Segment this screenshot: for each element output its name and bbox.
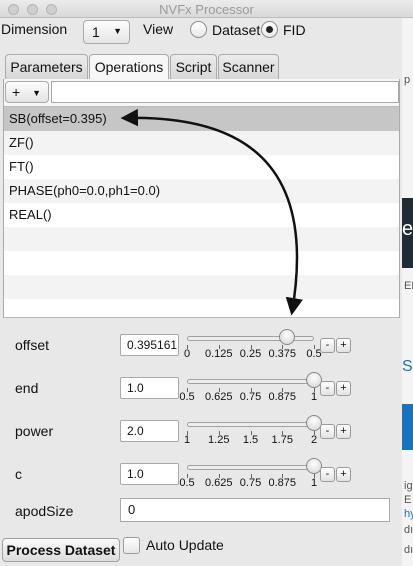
decrement-button[interactable]: - [320,424,335,439]
operations-list[interactable]: SB(offset=0.395) ZF() FT() PHASE(ph0=0.0… [4,106,399,318]
list-item[interactable]: ZF() [4,131,399,155]
slider-tick-label: 0.5 [179,477,195,489]
slider-tick-label: 1.75 [271,434,293,446]
add-operation-button[interactable]: + ▼ [5,81,49,103]
decrement-button[interactable]: - [320,381,335,396]
slider-track[interactable] [187,422,314,427]
fid-radio[interactable] [261,21,278,38]
slider-tick-label: 1.25 [208,434,230,446]
tab-script[interactable]: Script [170,54,217,80]
param-label: power [15,423,54,439]
tab-scanner[interactable]: Scanner [218,54,279,80]
process-dataset-button[interactable]: Process Dataset [2,538,120,562]
empty-row [4,275,399,299]
increment-button[interactable]: + [336,338,351,353]
slider-tick-label: 1 [310,391,318,403]
increment-button[interactable]: + [336,467,351,482]
tab-operations[interactable]: Operations [89,54,169,81]
operation-input[interactable] [51,81,399,103]
window-title: NVFx Processor [159,2,254,17]
param-row-end: end 1.0 0.5 0.625 0.75 0.875 1 - + [0,371,402,407]
background-text: p [404,74,411,86]
slider-track[interactable] [187,465,314,470]
param-row-power: power 2.0 1 1.25 1.5 1.75 2 - + [0,414,402,450]
parameter-editor: offset 0.395161 0 0.125 0.25 0.375 0.5 - + e… [0,318,402,566]
background-text: dı [404,544,413,556]
background-text: hy [404,508,413,520]
slider-tick-label: 0.125 [204,348,233,360]
param-value-field[interactable]: 1.0 [120,377,179,399]
slider-tick-label: 0.5 [179,391,195,403]
dataset-radio[interactable] [190,21,207,38]
list-item[interactable]: FT() [4,155,399,179]
slider-thumb[interactable] [279,329,296,345]
param-slider[interactable]: 1 1.25 1.5 1.75 2 [180,414,322,450]
param-row-offset: offset 0.395161 0 0.125 0.25 0.375 0.5 - + [0,328,402,364]
slider-tick-label: 1 [183,434,191,446]
dataset-radio-label[interactable]: Dataset [212,22,260,38]
slider-track[interactable] [187,379,314,384]
add-operation-label: + [12,84,21,100]
param-slider[interactable]: 0.5 0.625 0.75 0.875 1 [179,371,322,407]
param-slider[interactable]: 0.5 0.625 0.75 0.875 1 [179,457,322,493]
chevron-down-icon: ▼ [113,26,122,36]
apod-size-field[interactable]: 0 [120,498,390,522]
list-item[interactable]: PHASE(ph0=0.0,ph1=0.0) [4,179,399,203]
decrement-button[interactable]: - [320,338,335,353]
background-text: S [402,358,413,375]
slider-tick-label: 0 [183,348,191,360]
slider-tick-label: 1 [310,477,318,489]
param-label: c [15,466,22,482]
tab-bar: Parameters Operations Script Scanner [3,52,400,81]
increment-button[interactable]: + [336,424,351,439]
dimension-label: Dimension [1,21,68,37]
chevron-down-icon: ▼ [32,88,41,98]
list-item[interactable]: REAL() [4,203,399,227]
background-text: dı [404,524,413,536]
param-slider[interactable]: 0 0.125 0.25 0.375 0.5 [180,328,322,364]
apod-size-label: apodSize [15,503,74,519]
param-value-field[interactable]: 0.395161 [120,334,179,356]
slider-tick-label: 0.375 [268,348,297,360]
param-row-c: c 1.0 0.5 0.625 0.75 0.875 1 - + [0,457,402,493]
auto-update-label[interactable]: Auto Update [146,537,224,553]
slider-tick-label: 0.25 [239,348,262,360]
empty-row [4,251,399,275]
background-text: EN [404,280,413,292]
auto-update-checkbox[interactable] [123,537,140,554]
dimension-value: 1 [92,24,100,40]
increment-button[interactable]: + [336,381,351,396]
empty-row [4,299,399,317]
tab-parameters[interactable]: Parameters [5,54,88,80]
slider-tick-label: 0.75 [239,477,262,489]
background-text: ig [404,480,413,492]
fid-radio-label[interactable]: FID [283,22,306,38]
param-label: end [15,380,39,396]
empty-row [4,227,399,251]
background-text: E [404,494,412,506]
decrement-button[interactable]: - [320,467,335,482]
view-label: View [143,21,174,37]
background-blue-block [402,404,413,450]
dimension-select[interactable]: 1 ▼ [83,20,130,44]
background-text: e [402,218,413,240]
list-item[interactable]: SB(offset=0.395) [4,107,399,131]
slider-tick-label: 0.625 [204,477,233,489]
background-window-strip: p e EN S ig E hy dı dı [402,18,413,566]
slider-tick-label: 1.5 [242,434,259,446]
slider-tick-label: 2 [310,434,318,446]
param-label: offset [15,337,49,353]
param-value-field[interactable]: 1.0 [120,463,179,485]
operations-panel: + ▼ SB(offset=0.395) ZF() FT() PHASE(ph0… [3,79,400,318]
slider-tick-label: 0.875 [268,391,297,403]
title-bar: NVFx Processor [0,0,413,18]
slider-tick-label: 0.625 [204,391,233,403]
param-value-field[interactable]: 2.0 [120,420,179,442]
slider-tick-label: 0.75 [239,391,262,403]
toolbar: Dimension 1 ▼ View Dataset FID [0,18,402,50]
slider-tick-label: 0.875 [268,477,297,489]
